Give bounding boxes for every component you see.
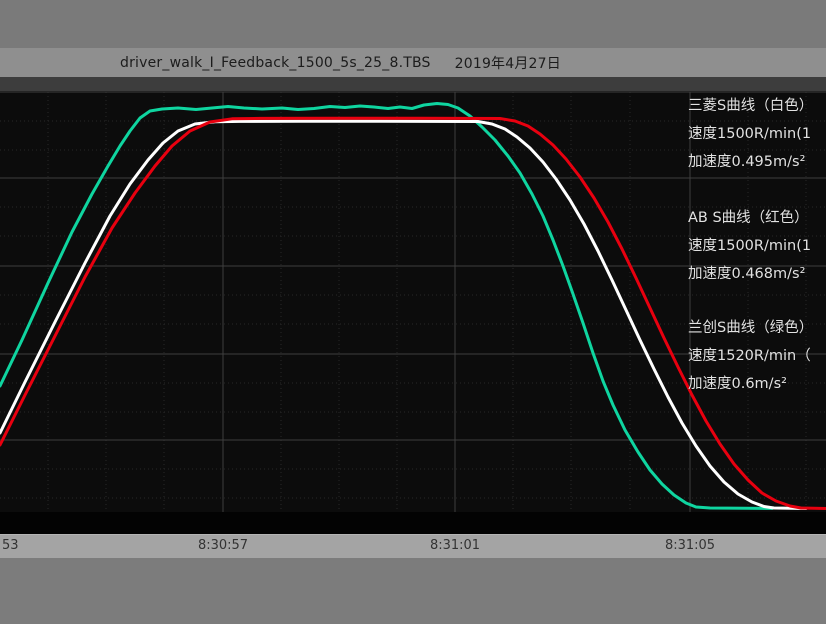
legend-lanchuang-title: 兰创S曲线（绿色） xyxy=(688,314,826,342)
legend-lanchuang-speed: 速度1520R/min（ xyxy=(688,342,826,370)
legend-mitsubishi-title: 三菱S曲线（白色） xyxy=(688,92,826,120)
app-window: driver_walk_I_Feedback_1500_5s_25_8.TBS … xyxy=(0,0,826,624)
legend-ab-title: AB S曲线（红色） xyxy=(688,204,826,232)
file-title: driver_walk_I_Feedback_1500_5s_25_8.TBS xyxy=(120,55,431,71)
legend-ab-accel: 加速度0.468m/s² xyxy=(688,260,826,288)
time-tick-83105: 8:31:05 xyxy=(665,538,715,553)
window-bottom-margin xyxy=(0,558,826,624)
curve-三菱S曲线 (白色) xyxy=(0,121,806,508)
legend-lanchuang: 兰创S曲线（绿色） 速度1520R/min（ 加速度0.6m/s² xyxy=(688,314,826,398)
legend-mitsubishi: 三菱S曲线（白色） 速度1500R/min(1 加速度0.495m/s² xyxy=(688,92,826,176)
plot-area[interactable]: 三菱S曲线（白色） 速度1500R/min(1 加速度0.495m/s² AB … xyxy=(0,77,826,534)
curve-兰创S曲线 (绿色) xyxy=(0,104,772,509)
time-tick-83101: 8:31:01 xyxy=(430,538,480,553)
legend-lanchuang-accel: 加速度0.6m/s² xyxy=(688,370,826,398)
chart-title-band: driver_walk_I_Feedback_1500_5s_25_8.TBS … xyxy=(0,48,826,77)
legend-ab-speed: 速度1500R/min(1 xyxy=(688,232,826,260)
time-axis[interactable]: 53 8:30:57 8:31:01 8:31:05 xyxy=(0,534,826,558)
time-tick-53: 53 xyxy=(2,538,19,553)
time-tick-83057: 8:30:57 xyxy=(198,538,248,553)
legend-ab: AB S曲线（红色） 速度1500R/min(1 加速度0.468m/s² xyxy=(688,204,826,288)
date-label: 2019年4月27日 xyxy=(455,53,561,73)
legend-mitsubishi-accel: 加速度0.495m/s² xyxy=(688,148,826,176)
legend-mitsubishi-speed: 速度1500R/min(1 xyxy=(688,120,826,148)
